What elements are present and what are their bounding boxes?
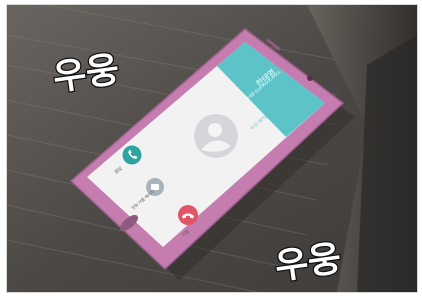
front-camera <box>307 75 313 81</box>
avatar <box>194 114 238 158</box>
comic-panel: 한태영 휴대폰 010-XXXX-XXXX 수신 대기중 응답 전화 거절 메시… <box>6 4 418 293</box>
accept-call-button[interactable] <box>122 145 142 165</box>
decline-call-button[interactable] <box>178 205 198 225</box>
panel-illustration: 한태영 휴대폰 010-XXXX-XXXX 수신 대기중 응답 전화 거절 메시… <box>7 5 417 292</box>
